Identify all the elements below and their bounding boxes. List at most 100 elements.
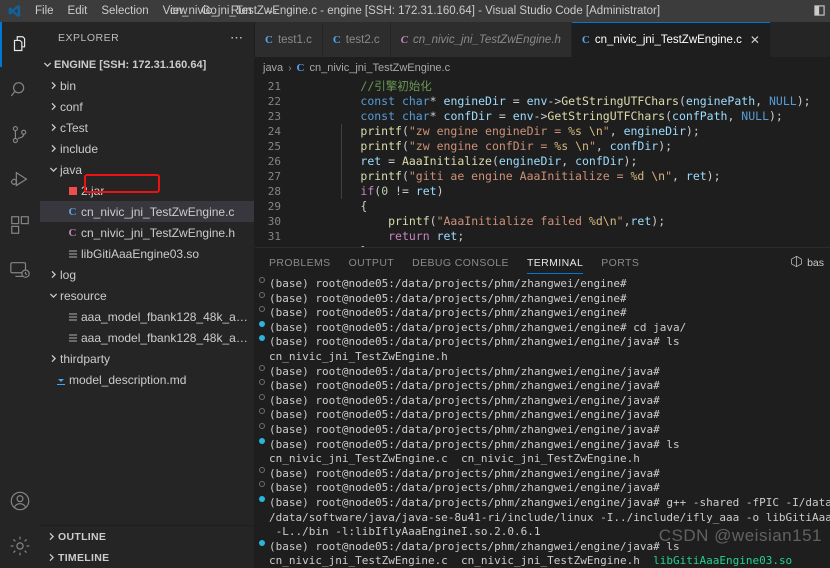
terminal-line: (base) root@node05:/data/projects/phm/zh… [255, 277, 830, 292]
line-content: return ret; [388, 229, 465, 243]
tree-item-aaa-model-fbank128-48k-ae-dianji-bin[interactable]: aaa_model_fbank128_48k_ae_dianji.bin [40, 306, 254, 327]
command-status-dot [255, 320, 269, 327]
tree-item-bin[interactable]: bin [40, 75, 254, 96]
tree-item-label: cn_nivic_jni_TestZwEngine.c [81, 204, 235, 219]
code-line[interactable]: 22 const char* engineDir = env->GetStrin… [255, 94, 830, 109]
breadcrumb-file[interactable]: cn_nivic_jni_TestZwEngine.c [309, 62, 450, 74]
menu-view[interactable]: View [156, 3, 195, 19]
menu-run[interactable]: Run [224, 3, 259, 19]
editor-tab-cn-nivic-jni-testzwengine-c[interactable]: Ccn_nivic_jni_TestZwEngine.c ✕ [571, 22, 771, 57]
terminal-line: (base) root@node05:/data/projects/phm/zh… [255, 320, 830, 336]
tree-item-aaa-model-fbank128-48k-ae-jiansuxi-[interactable]: aaa_model_fbank128_48k_ae_jiansuxi... [40, 327, 254, 348]
file-tree[interactable]: ENGINE [SSH: 172.31.160.64] bin conf cTest… [40, 54, 254, 525]
explorer-icon[interactable] [0, 22, 40, 67]
source-control-icon[interactable] [0, 112, 40, 157]
editor-tab-test1-c[interactable]: Ctest1.c [255, 22, 323, 57]
menu-bar[interactable]: File Edit Selection View Go Run ⋯ [28, 2, 284, 20]
terminal-line: (base) root@node05:/data/projects/phm/zh… [255, 393, 830, 409]
breadcrumb[interactable]: java › C cn_nivic_jni_TestZwEngine.c [255, 57, 830, 79]
chevron-right-icon [46, 123, 60, 132]
tree-item-libgitiaaaengine03-so[interactable]: libGitiAaaEngine03.so [40, 243, 254, 264]
terminal-output[interactable]: (base) root@node05:/data/projects/phm/zh… [255, 277, 830, 568]
editor-tab-cn-nivic-jni-testzwengine-h[interactable]: Ccn_nivic_jni_TestZwEngine.h [390, 22, 572, 57]
editor-tab-bar[interactable]: Ctest1.c Ctest2.c Ccn_nivic_jni_TestZwEngi… [255, 22, 830, 57]
tree-item-resource[interactable]: resource [40, 285, 254, 306]
tree-item-cn-nivic-jni-testzwengine-h[interactable]: Ccn_nivic_jni_TestZwEngine.h [40, 222, 254, 243]
panel-tab-output[interactable]: OUTPUT [349, 248, 395, 278]
chevron-right-icon [44, 532, 58, 541]
menu-file[interactable]: File [28, 3, 61, 19]
close-icon[interactable]: ✕ [750, 33, 760, 47]
terminal-line: (base) root@node05:/data/projects/phm/zh… [255, 306, 830, 321]
explorer-title: EXPLORER [58, 32, 120, 44]
terminal-line-text: (base) root@node05:/data/projects/phm/zh… [269, 379, 660, 393]
terminal-shell-indicator[interactable]: bas [790, 255, 830, 271]
sidebar-section-outline[interactable]: OUTLINE [40, 526, 254, 547]
extensions-icon[interactable] [0, 202, 40, 247]
breadcrumb-folder[interactable]: java [263, 62, 283, 74]
sidebar-section-timeline[interactable]: TIMELINE [40, 547, 254, 568]
terminal-line-text: (base) root@node05:/data/projects/phm/zh… [269, 539, 680, 553]
menu-selection[interactable]: Selection [94, 3, 155, 19]
accounts-icon[interactable] [0, 478, 40, 523]
command-status-dot [255, 422, 269, 429]
command-status-dot [255, 291, 269, 298]
tree-item-label: cn_nivic_jni_TestZwEngine.h [81, 225, 236, 240]
run-and-debug-icon[interactable] [0, 157, 40, 202]
h-file-icon: C [68, 226, 77, 239]
panel-tab-bar[interactable]: PROBLEMS OUTPUT DEBUG CONSOLE TERMINAL PORTS… [255, 247, 830, 277]
editor-tab-label: cn_nivic_jni_TestZwEngine.c [594, 33, 742, 46]
editor-tab-test2-c[interactable]: Ctest2.c [322, 22, 391, 57]
explorer-more-icon[interactable]: ⋯ [230, 30, 248, 46]
tree-item-label: conf [60, 99, 83, 114]
menu-go[interactable]: Go [194, 3, 223, 19]
line-content: { [305, 199, 368, 213]
settings-gear-icon[interactable] [0, 523, 40, 568]
tree-root-engine[interactable]: ENGINE [SSH: 172.31.160.64] [40, 54, 254, 75]
vscode-logo-icon [0, 4, 28, 18]
terminal-line-text: cn_nivic_jni_TestZwEngine.c cn_nivic_jni… [269, 554, 793, 568]
menu-more[interactable]: ⋯ [259, 2, 285, 20]
tree-item-2-jar[interactable]: 2.jar [40, 180, 254, 201]
c-file-icon: C [296, 62, 305, 74]
tree-item-cn-nivic-jni-testzwengine-c[interactable]: Ccn_nivic_jni_TestZwEngine.c [40, 201, 254, 222]
c-file-icon: C [265, 33, 273, 46]
window-controls[interactable] [813, 3, 826, 18]
code-line[interactable]: 30 printf("AaaInitialize failed %d\n",re… [255, 214, 830, 229]
code-line[interactable]: 21 //引擎初始化 [255, 79, 830, 94]
terminal-line: cn_nivic_jni_TestZwEngine.c cn_nivic_jni… [255, 554, 830, 568]
line-number: 31 [267, 230, 281, 243]
restore-window-icon[interactable] [813, 3, 826, 18]
terminal-line: (base) root@node05:/data/projects/phm/zh… [255, 408, 830, 423]
tree-item-log[interactable]: log [40, 264, 254, 285]
panel-tab-problems[interactable]: PROBLEMS [269, 248, 331, 278]
binary-file-icon [64, 332, 81, 344]
terminal-line: (base) root@node05:/data/projects/phm/zh… [255, 422, 830, 438]
tree-item-thirdparty[interactable]: thirdparty [40, 348, 254, 369]
tree-item-label: aaa_model_fbank128_48k_ae_jiansuxi... [81, 330, 254, 345]
code-line[interactable]: 23 const char* confDir = env->GetStringU… [255, 109, 830, 124]
tree-item-model-description-md[interactable]: model_description.md [40, 369, 254, 390]
remote-explorer-icon[interactable] [0, 247, 40, 292]
tree-item-include[interactable]: include [40, 138, 254, 159]
terminal-line: (base) root@node05:/data/projects/phm/zh… [255, 364, 830, 380]
panel-tab-terminal[interactable]: TERMINAL [526, 248, 584, 278]
panel-tab-ports[interactable]: PORTS [601, 248, 639, 278]
menu-edit[interactable]: Edit [61, 3, 95, 19]
vscode-window: File Edit Selection View Go Run ⋯ cn_niv… [0, 0, 830, 568]
chevron-down-icon [40, 60, 54, 69]
code-line[interactable]: 29 { [255, 199, 830, 214]
tree-item-ctest[interactable]: cTest [40, 117, 254, 138]
code-editor[interactable]: 21 //引擎初始化 22 const char* engineDir = env… [255, 79, 830, 247]
line-number: 29 [267, 200, 281, 213]
tree-item-conf[interactable]: conf [40, 96, 254, 117]
terminal-line-text: (base) root@node05:/data/projects/phm/zh… [269, 291, 627, 305]
tree-item-java[interactable]: java [40, 159, 254, 180]
panel-tab-debug-console[interactable]: DEBUG CONSOLE [412, 248, 509, 278]
code-line[interactable]: 31 return ret; [255, 229, 830, 244]
terminal-line: (base) root@node05:/data/projects/phm/zh… [255, 481, 830, 496]
terminal-line-text: (base) root@node05:/data/projects/phm/zh… [269, 495, 830, 509]
search-icon[interactable] [0, 67, 40, 112]
terminal-line-text: -L../bin -l:libIflyAaaEngineI.so.2.0.6.1 [269, 525, 541, 539]
bash-icon [790, 255, 803, 271]
